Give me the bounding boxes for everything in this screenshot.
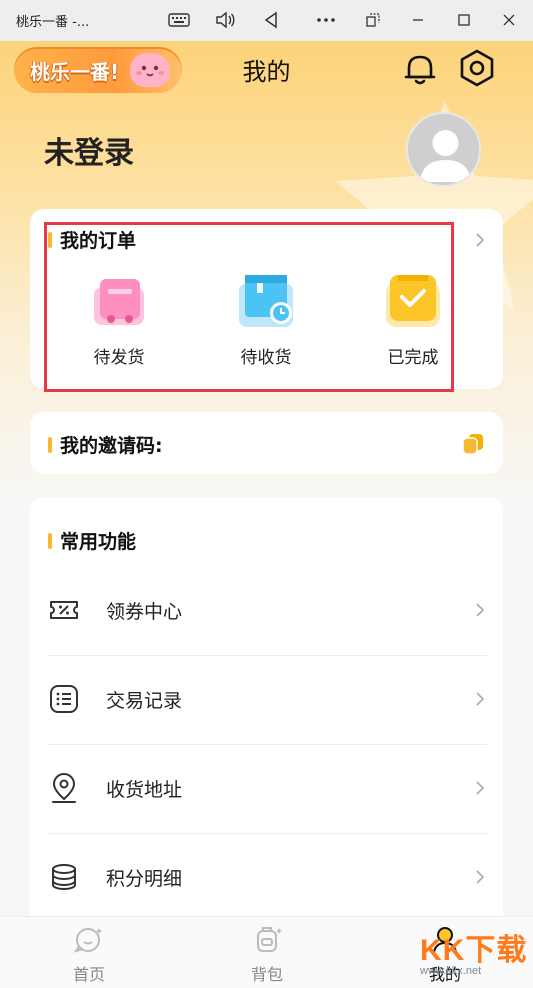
invite-card: 我的邀请码: (30, 412, 503, 474)
order-completed[interactable]: 已完成 (368, 269, 458, 368)
minimize-icon[interactable] (405, 8, 431, 32)
nav-home[interactable]: 首页 (44, 925, 134, 985)
nav-backpack[interactable]: 背包 (222, 925, 312, 985)
functions-card: 常用功能 领券中心 交易记录 收货地址 积分明细 (30, 497, 503, 937)
volume-icon[interactable] (212, 8, 238, 32)
page-title: 我的 (242, 58, 291, 86)
menu-label: 领券中心 (106, 600, 183, 623)
order-pending-receipt[interactable]: 待收货 (221, 269, 311, 368)
section-accent-bar (48, 532, 52, 549)
orders-title: 我的订单 (48, 226, 136, 253)
nav-label: 背包 (250, 965, 283, 984)
orders-card: 我的订单 待发货 待收货 已完成 (30, 209, 503, 389)
chevron-right-icon (476, 781, 485, 795)
functions-title: 常用功能 (48, 527, 136, 554)
transaction-list-icon (50, 685, 78, 713)
invite-title: 我的邀请码: (48, 431, 163, 458)
settings-icon[interactable] (456, 47, 498, 89)
section-accent-bar (48, 436, 52, 453)
completed-icon (380, 269, 446, 335)
order-label: 待收货 (240, 348, 292, 368)
pending-receipt-icon (233, 269, 299, 335)
menu-label: 积分明细 (106, 867, 183, 890)
menu-transaction-records[interactable]: 交易记录 (30, 655, 503, 743)
chevron-right-icon[interactable] (475, 232, 485, 248)
coin-stack-icon (52, 864, 76, 891)
menu-shipping-address[interactable]: 收货地址 (30, 744, 503, 832)
chevron-right-icon (476, 692, 485, 706)
home-bubble-icon (73, 928, 102, 953)
nav-label: 首页 (72, 965, 105, 984)
watermark-logo: KK下载 (420, 934, 528, 967)
menu-coupon-center[interactable]: 领券中心 (30, 566, 503, 654)
login-status[interactable]: 未登录 (44, 128, 134, 172)
menu-label: 交易记录 (106, 689, 183, 712)
window-title-bar: 桃乐一番 -... (0, 0, 533, 41)
menu-points-details[interactable]: 积分明细 (30, 833, 503, 921)
chevron-right-icon (476, 603, 485, 617)
section-accent-bar (48, 231, 52, 248)
maximize-icon[interactable] (451, 8, 477, 32)
restore-window-icon[interactable] (360, 8, 386, 32)
coupon-icon (50, 601, 78, 619)
location-pin-icon (52, 773, 76, 803)
chevron-right-icon (476, 870, 485, 884)
pending-shipment-icon (86, 269, 152, 335)
order-label: 待发货 (93, 348, 145, 368)
backpack-icon (257, 927, 282, 952)
order-label: 已完成 (387, 348, 439, 368)
keyboard-icon[interactable] (166, 8, 192, 32)
back-triangle-icon[interactable] (258, 8, 284, 32)
window-title: 桃乐一番 -... (16, 15, 90, 30)
order-pending-shipment[interactable]: 待发货 (74, 269, 164, 368)
avatar[interactable] (406, 112, 481, 187)
copy-icon[interactable] (461, 432, 485, 456)
bell-icon[interactable] (400, 49, 440, 89)
close-icon[interactable] (496, 8, 522, 32)
watermark: KK下载 www.kkx.net (420, 925, 527, 977)
menu-label: 收货地址 (106, 778, 183, 801)
more-icon[interactable] (313, 8, 339, 32)
